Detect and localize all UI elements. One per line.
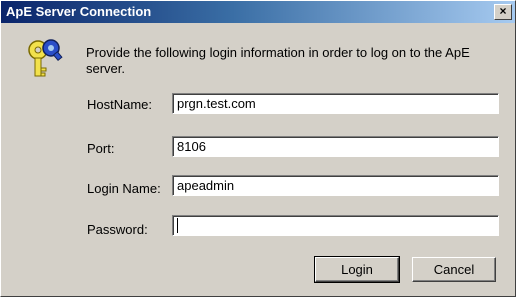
title-bar[interactable]: ApE Server Connection ×	[1, 1, 515, 23]
login-dialog: ApE Server Connection × Provide the foll…	[0, 0, 516, 297]
keys-icon	[28, 39, 63, 77]
login-name-label: Login Name:	[87, 181, 161, 196]
instructions-text: Provide the following login information …	[86, 45, 470, 76]
cancel-button[interactable]: Cancel	[412, 257, 496, 282]
hostname-input[interactable]	[172, 93, 499, 114]
login-name-input[interactable]	[172, 175, 499, 196]
port-input[interactable]	[172, 136, 499, 157]
password-label: Password:	[87, 222, 148, 237]
text-caret	[177, 218, 178, 233]
hostname-label: HostName:	[87, 97, 153, 112]
password-input[interactable]	[172, 215, 499, 236]
close-button[interactable]: ×	[494, 4, 512, 20]
close-icon: ×	[499, 4, 507, 18]
window-title: ApE Server Connection	[6, 4, 152, 19]
login-button[interactable]: Login	[314, 256, 400, 283]
port-label: Port:	[87, 141, 115, 156]
